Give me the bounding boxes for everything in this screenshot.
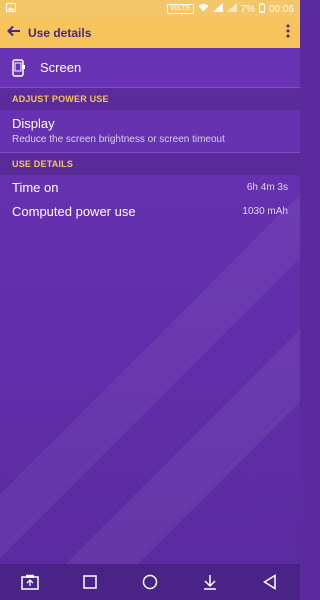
home-icon: [142, 574, 158, 590]
detail-value: 6h 4m 3s: [246, 181, 288, 193]
main-content: Screen ADJUST POWER USE Display Reduce t…: [0, 48, 300, 223]
display-title: Display: [12, 116, 55, 131]
home-button[interactable]: [132, 564, 168, 600]
phone-icon: [12, 58, 28, 77]
pull-down-button[interactable]: [192, 564, 228, 600]
section-header-use: USE DETAILS: [0, 153, 300, 175]
back-icon: [263, 574, 276, 590]
clock: 00:06: [268, 3, 294, 15]
detail-label: Time on: [12, 179, 59, 195]
detail-row-power-use: Computed power use 1030 mAh: [0, 199, 300, 223]
battery-percent: 7%: [240, 3, 255, 15]
navigation-bar: [0, 564, 300, 600]
back-arrow-button[interactable]: [0, 24, 28, 42]
page-title: Use details: [28, 26, 92, 40]
section-header-adjust: ADJUST POWER USE: [0, 88, 300, 110]
signal-icon: [226, 3, 237, 15]
recents-icon: [83, 575, 97, 589]
back-button[interactable]: [252, 564, 288, 600]
battery-icon: [258, 2, 265, 16]
detail-value: 1030 mAh: [242, 205, 288, 217]
volte-icon: VoLTE: [167, 4, 194, 14]
wifi-icon: [198, 3, 209, 15]
screenshot-icon: [21, 574, 39, 590]
app-bar: Use details: [0, 18, 300, 48]
pull-down-icon: [204, 575, 216, 590]
image-icon: [6, 3, 16, 15]
app-label: Screen: [40, 60, 82, 75]
arrow-left-icon: [7, 25, 20, 37]
detail-label: Computed power use: [12, 203, 136, 219]
detail-row-time-on: Time on 6h 4m 3s: [0, 175, 300, 199]
overflow-menu-icon: [286, 24, 290, 37]
display-setting-item[interactable]: Display Reduce the screen brightness or …: [0, 110, 300, 153]
screenshot-button[interactable]: [12, 564, 48, 600]
signal-icon: [212, 3, 223, 15]
display-summary: Reduce the screen brightness or screen t…: [12, 134, 225, 145]
overflow-menu-button[interactable]: [276, 24, 300, 43]
app-header: Screen: [0, 48, 300, 88]
status-bar: VoLTE 7% 00:06: [0, 0, 300, 18]
recents-button[interactable]: [72, 564, 108, 600]
